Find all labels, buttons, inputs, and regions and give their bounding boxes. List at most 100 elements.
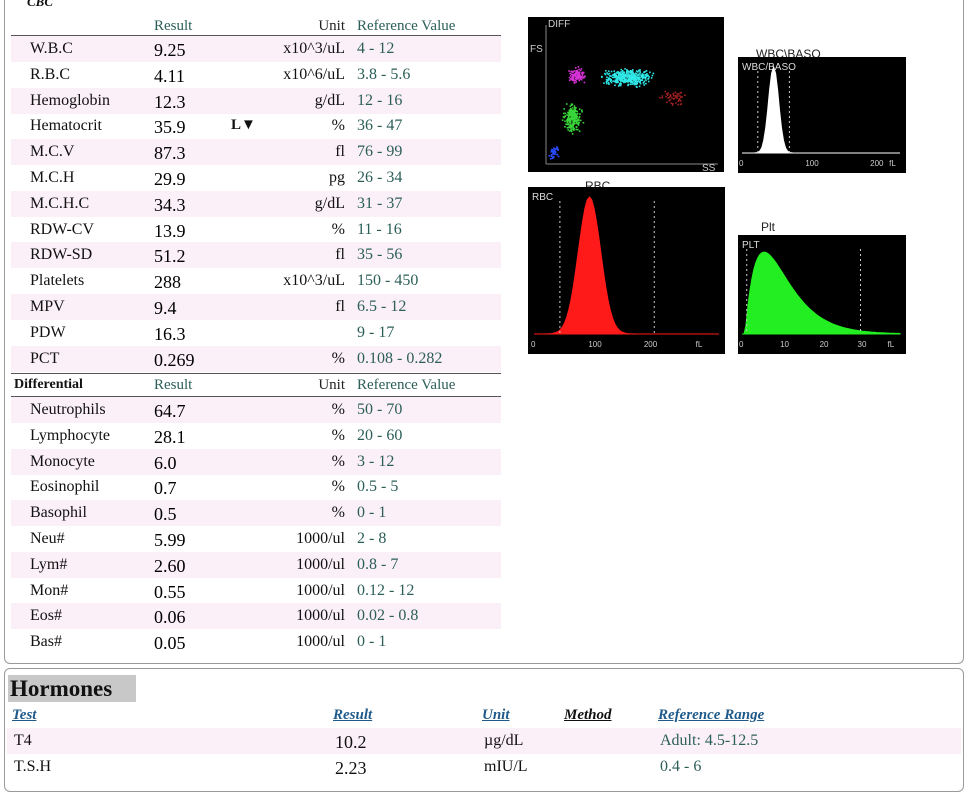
test-unit: % [331,426,345,444]
rbc-label: RBC [532,192,553,203]
reference-value: 50 - 70 [357,401,403,418]
test-name: Neutrophils [30,401,106,418]
test-unit: 1000/ul [296,555,345,573]
test-name: Lym# [30,555,68,573]
test-result: 0.06 [154,607,186,628]
table-row: M.C.H.C 34.3 g/dL 31 - 37 [11,190,501,217]
diff-label: DIFF [548,19,570,30]
plt-label: PLT [742,240,760,251]
monocyte-cluster [568,66,586,84]
hormones-header-method: Method [564,707,612,723]
test-unit: % [331,452,345,470]
test-name: Platelets [30,272,85,290]
header-result: Result [154,18,193,34]
tick-label: 0 [739,340,744,349]
tick-label: 200 [870,159,884,168]
test-unit: 1000/ul [296,633,345,651]
hormone-unit: µg/dL [484,732,524,749]
hormone-row: T4 10.2 µg/dL Adult: 4.5-12.5 [7,728,961,754]
reference-value: 26 - 34 [357,169,403,186]
test-unit: x10^6/uL [283,65,345,83]
reference-value: 150 - 450 [357,272,419,290]
table-row: Monocyte 6.0% 3 - 12 [11,448,501,475]
wbc-baso-label: WBC/BASO [742,62,796,73]
test-name: R.B.C [30,65,71,83]
tick-label: 0 [531,340,536,349]
table-row: Lym# 2.60 1000/ul 0.8 - 7 [11,551,501,578]
test-unit: % [331,117,345,135]
table-row: Platelets 288 x10^3/uL 150 - 450 [11,268,501,294]
test-result: 0.7 [154,478,177,499]
table-row: RDW-SD 51.2 fl 35 - 56 [11,242,501,269]
tick-label: 10 [780,340,789,349]
test-result: 4.11 [154,65,185,86]
reference-value: 0.02 - 0.8 [357,607,419,625]
reference-value: 0.108 - 0.282 [357,349,443,367]
test-result: 29.9 [154,169,186,189]
test-unit: % [331,401,345,418]
debris-cluster [548,146,560,160]
table-row: Eos# 0.06 1000/ul 0.02 - 0.8 [11,603,501,630]
tick-label: 0 [739,159,744,168]
hormone-unit: mIU/L [484,758,528,775]
tick-label: fL [888,340,895,349]
table-row: Basophil 0.5% 0 - 1 [11,500,501,527]
hormone-result: 10.2 [335,732,367,752]
tick-label: 100 [805,159,819,168]
test-result: 0.05 [154,633,186,654]
hormones-panel: Hormones Test Result Unit Method Referen… [4,668,964,792]
hormones-title: Hormones [8,675,137,702]
table-row: M.C.V 87.3 fl 76 - 99 [11,139,501,166]
test-name: Monocyte [30,452,95,470]
test-name: Neu# [30,530,65,547]
wbc-baso-histogram: WBC/BASO 0 100 200 fL [738,57,906,173]
table-row: Hematocrit 35.9 L▼% 36 - 47 [11,113,501,139]
header-reference: Reference Value [357,18,456,34]
reference-value: 20 - 60 [357,426,403,444]
table-row: Hemoglobin 12.3 g/dL 12 - 16 [11,87,501,114]
test-name: MPV [30,298,65,315]
table-row: Bas# 0.05 1000/ul 0 - 1 [11,629,501,655]
test-result: 288 [154,272,181,293]
rbc-histogram: RBC 0 100 200 fL [528,187,725,354]
test-unit: fl [335,143,345,161]
test-name: PCT [30,349,60,367]
test-result: 51.2 [154,246,186,267]
test-unit: 1000/ul [296,607,345,625]
test-unit: % [331,349,345,367]
test-result: 87.3 [154,143,186,164]
table-row: Eosinophil 0.7% 0.5 - 5 [11,474,501,500]
test-name: M.C.V [30,143,75,161]
table-row: PCT 0.269% 0.108 - 0.282 [11,345,501,372]
rbc-curve [534,196,719,335]
test-name: Mon# [30,581,69,599]
table-row: M.C.H 29.9 pg 26 - 34 [11,165,501,191]
test-unit: 1000/ul [296,581,345,599]
reference-value: 4 - 12 [357,40,395,57]
test-result: 16.3 [154,323,186,344]
table-row: Mon# 0.55 1000/ul 0.12 - 12 [11,578,501,604]
test-unit: fl [335,246,345,264]
reference-value: 31 - 37 [357,194,403,212]
reference-value: 9 - 17 [357,323,395,341]
table-row: Lymphocyte 28.1% 20 - 60 [11,423,501,449]
test-unit: g/dL [314,194,345,212]
ss-axis-label: SS [702,163,716,172]
test-name: RDW-CV [30,220,94,238]
cbc-section-label: CBC [27,0,54,9]
test-result: 9.25 [154,40,186,60]
test-result: 0.269 [154,349,195,370]
test-unit: g/dL [314,91,345,109]
differential-section-label: Differential [14,377,83,392]
diff-scattergram: DIFF FS SS [528,17,724,172]
hormone-reference: Adult: 4.5-12.5 [660,732,759,749]
tick-label: fL [889,159,896,168]
test-result: 34.3 [154,194,186,215]
reference-value: 3 - 12 [357,452,395,470]
test-name: Eosinophil [30,478,100,496]
test-result: 12.3 [154,91,186,112]
test-result: 2.60 [154,555,186,576]
fs-axis-label: FS [530,44,543,55]
tick-label: 30 [858,340,867,349]
reference-value: 3.8 - 5.6 [357,65,411,83]
